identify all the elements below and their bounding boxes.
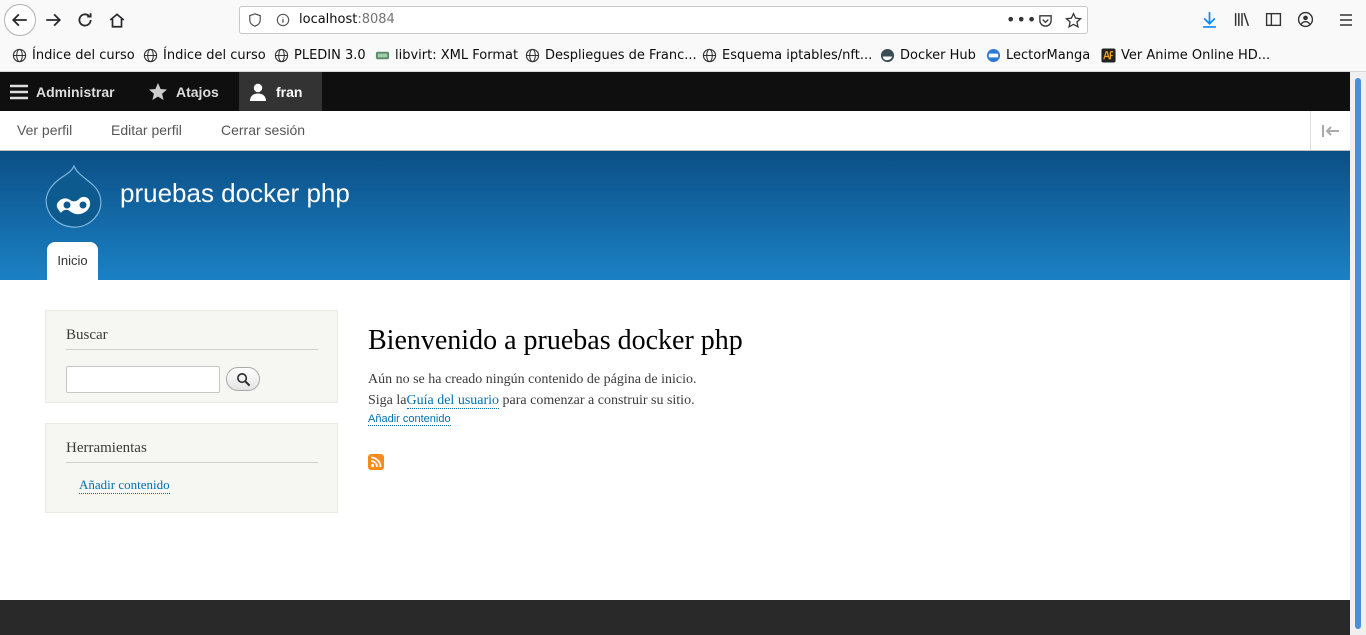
user-guide-suffix: para comenzar a construir su sitio. [499, 393, 695, 408]
no-content-message: Aún no se ha creado ningún contenido de … [368, 372, 697, 387]
docker-icon [880, 48, 895, 63]
admin-shortcuts-button[interactable]: Atajos [140, 72, 238, 111]
admin-manage-button[interactable]: Administrar [0, 72, 140, 111]
logout-link[interactable]: Cerrar sesión [221, 122, 305, 138]
site-footer [0, 600, 1350, 635]
rss-glyph [370, 456, 382, 468]
reload-icon [78, 13, 92, 27]
bookmark-label: Despliegues de Franc... [545, 48, 697, 63]
globe-icon [274, 48, 289, 63]
bookmark-item[interactable]: Esquema iptables/nft... [702, 48, 872, 63]
bookmark-item[interactable]: LectorManga [986, 48, 1090, 63]
globe-icon [12, 48, 27, 63]
bookmark-item[interactable]: libvirt: XML Format [375, 48, 518, 63]
url-bar[interactable]: localhost:8084 ••• [239, 6, 1088, 34]
globe-icon [702, 48, 717, 63]
user-guide-message: Siga laGuía del usuario para comenzar a … [368, 393, 695, 409]
user-guide-link[interactable]: Guía del usuario [406, 393, 500, 409]
globe-icon [143, 48, 158, 63]
pin-left-icon [1321, 124, 1339, 137]
browser-toolbar: localhost:8084 ••• [0, 0, 1366, 40]
tray-orientation-toggle[interactable] [1310, 111, 1350, 150]
page-scrollbar[interactable] [1350, 72, 1366, 635]
animeflv-icon [1101, 48, 1116, 63]
admin-user-label: fran [276, 83, 303, 100]
url-port: :8084 [357, 12, 395, 27]
url-host: localhost [299, 12, 358, 27]
bookmarks-bar: Índice del curso Índice del curso PLEDIN… [0, 40, 1366, 72]
user-icon [250, 83, 266, 101]
account-icon[interactable] [1297, 11, 1314, 28]
bookmark-item[interactable]: Despliegues de Franc... [525, 48, 697, 63]
lectormanga-icon [986, 48, 1001, 63]
tools-add-content-link[interactable]: Añadir contenido [79, 477, 170, 494]
page-title: Bienvenido a pruebas docker php [368, 325, 743, 356]
bookmark-label: PLEDIN 3.0 [294, 48, 366, 63]
site-name-link[interactable]: pruebas docker php [120, 178, 350, 209]
admin-shortcuts-label: Atajos [176, 83, 219, 100]
menu-icon[interactable] [1338, 12, 1354, 28]
arrow-left-icon [11, 13, 27, 27]
globe-icon [525, 48, 540, 63]
tools-block-divider [66, 462, 318, 463]
search-block-divider [66, 349, 318, 350]
bookmark-label: Esquema iptables/nft... [722, 48, 873, 63]
sidebar-icon[interactable] [1265, 11, 1282, 28]
info-icon[interactable] [276, 13, 290, 27]
home-button[interactable] [102, 5, 132, 35]
tab-home[interactable]: Inicio [47, 242, 98, 280]
search-icon [236, 372, 250, 386]
back-button[interactable] [4, 4, 36, 36]
search-block: Buscar [45, 310, 338, 403]
bookmark-item[interactable]: Índice del curso [143, 48, 266, 63]
add-content-link[interactable]: Añadir contenido [368, 413, 451, 426]
edit-profile-link[interactable]: Editar perfil [111, 122, 182, 138]
reload-button[interactable] [70, 5, 100, 35]
search-input[interactable] [66, 366, 220, 393]
download-icon[interactable] [1201, 11, 1218, 28]
admin-toolbar: Administrar Atajos fran [0, 72, 1350, 111]
library-icon[interactable] [1233, 11, 1251, 28]
view-profile-link[interactable]: Ver perfil [17, 122, 72, 138]
libvirt-icon [375, 51, 390, 60]
bookmark-label: Docker Hub [900, 48, 976, 63]
arrow-right-icon [46, 13, 62, 27]
url-text[interactable]: localhost:8084 [299, 12, 395, 27]
user-guide-prefix: Siga la [368, 393, 407, 408]
forward-button[interactable] [38, 5, 68, 35]
bookmark-item[interactable]: Ver Anime Online HD... [1101, 48, 1270, 63]
bookmark-item[interactable]: Índice del curso [12, 48, 135, 63]
search-block-title: Buscar [66, 327, 108, 343]
bookmark-item[interactable]: Docker Hub [880, 48, 976, 63]
bookmark-label: Índice del curso [163, 48, 266, 63]
bookmark-label: LectorManga [1006, 48, 1091, 63]
search-button[interactable] [226, 367, 260, 391]
more-actions-icon[interactable]: ••• [1006, 10, 1037, 29]
home-icon [109, 13, 125, 28]
pocket-icon[interactable] [1038, 13, 1053, 28]
user-tray: Ver perfil Editar perfil Cerrar sesión [0, 111, 1350, 151]
tab-home-label: Inicio [57, 252, 88, 268]
admin-user-button[interactable]: fran [239, 72, 322, 111]
bookmark-label: libvirt: XML Format [395, 48, 519, 63]
scrollbar-thumb[interactable] [1355, 78, 1361, 629]
bookmark-star-icon[interactable] [1065, 12, 1082, 29]
bookmark-label: Ver Anime Online HD... [1121, 48, 1271, 63]
rss-feed-icon[interactable] [368, 454, 384, 470]
hamburger-icon [10, 84, 28, 99]
shield-icon[interactable] [248, 13, 262, 27]
tools-block-title: Herramientas [66, 440, 147, 456]
admin-manage-label: Administrar [36, 83, 115, 100]
tools-block: Herramientas Añadir contenido [45, 423, 338, 513]
bookmark-label: Índice del curso [32, 48, 135, 63]
drupal-logo-icon[interactable] [44, 164, 104, 228]
site-header: pruebas docker php Inicio [0, 151, 1350, 280]
star-icon [149, 82, 167, 100]
bookmark-item[interactable]: PLEDIN 3.0 [274, 48, 366, 63]
